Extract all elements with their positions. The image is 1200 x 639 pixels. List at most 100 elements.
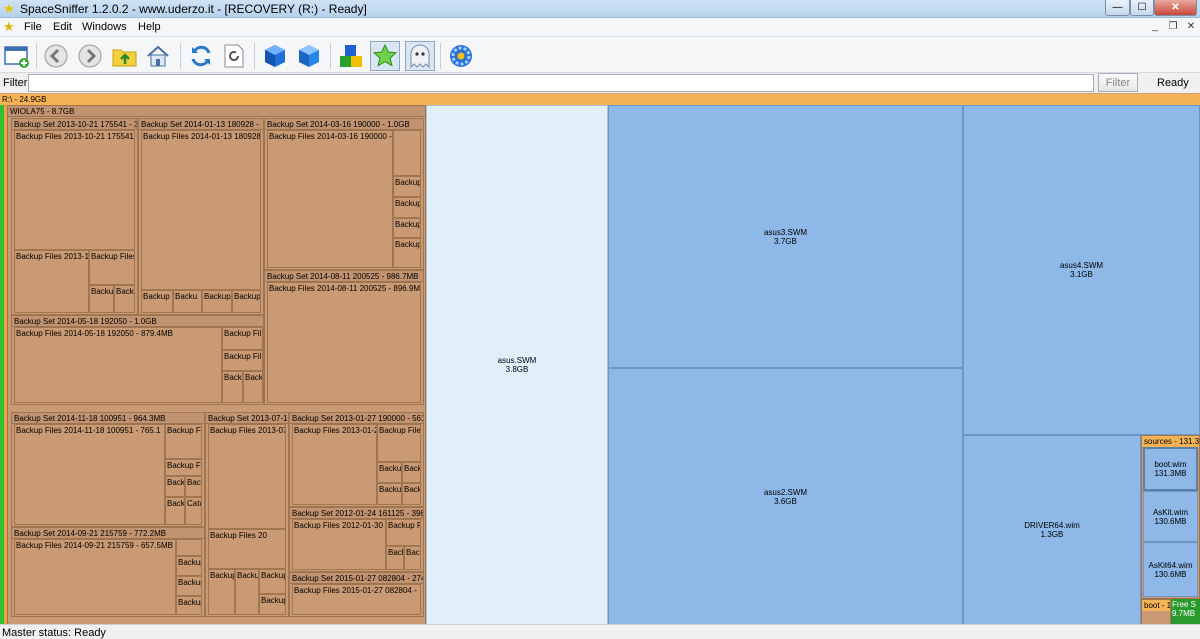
backup-set[interactable]: Backup Set 2014-09-21 215759 - 772.2MB B… bbox=[11, 527, 205, 617]
backup-files[interactable]: Back bbox=[243, 371, 263, 403]
backup-files[interactable]: Backu bbox=[402, 462, 421, 483]
drive-header[interactable]: R:\ - 24.9GB bbox=[0, 94, 1200, 105]
backup-files[interactable]: Backup Files 2013-07- bbox=[208, 424, 286, 529]
backup-files[interactable]: Backup Fi bbox=[165, 424, 202, 459]
backup-files[interactable]: Backup Files 2014-03-16 190000 - bbox=[267, 130, 393, 268]
file-asus2-swm[interactable]: asus2.SWM 3.6GB bbox=[608, 368, 963, 625]
backup-files[interactable]: Backup bbox=[176, 596, 202, 615]
menu-file[interactable]: File bbox=[24, 21, 42, 33]
mdi-close-icon[interactable]: ✕ bbox=[1184, 20, 1198, 34]
backup-files[interactable]: Backup bbox=[393, 218, 421, 238]
menu-help[interactable]: Help bbox=[138, 21, 161, 33]
backup-files[interactable]: Backup bbox=[393, 176, 421, 197]
backup-set[interactable]: Backup Set 2013-01-27 190000 - 561 Backu… bbox=[289, 412, 424, 507]
backup-files[interactable]: Backu bbox=[89, 285, 114, 313]
backup-set[interactable]: Backup Set 2013-07-15 Backup Files 2013-… bbox=[205, 412, 289, 617]
backup-files[interactable]: Backup bbox=[259, 594, 286, 615]
backup-files[interactable]: Backup Files 2012-01-30 bbox=[292, 519, 386, 570]
backup-files[interactable]: Backup bbox=[176, 576, 202, 596]
mdi-restore-icon[interactable]: ❐ bbox=[1166, 20, 1180, 34]
new-scan-button[interactable] bbox=[2, 41, 32, 71]
filter-input[interactable] bbox=[28, 74, 1094, 92]
backup-files[interactable]: Backup F bbox=[141, 290, 173, 313]
backup-files[interactable]: Backup Fi bbox=[386, 519, 421, 546]
backup-files[interactable]: Backup Files 2014-01-13 180928 bbox=[141, 130, 261, 290]
backup-files[interactable]: Backup bbox=[393, 197, 421, 218]
backup-set[interactable]: Backup Set 2015-01-27 082804 - 274 Backu… bbox=[289, 572, 424, 617]
backup-files[interactable]: Backu bbox=[173, 290, 202, 313]
backup-files[interactable]: Backup Files 2013-1 bbox=[14, 250, 89, 313]
backup-files[interactable]: Backu bbox=[114, 285, 135, 313]
ghost-toggle-button[interactable] bbox=[405, 41, 435, 71]
backup-files[interactable]: Backup Fi bbox=[165, 459, 202, 476]
blocks-button[interactable] bbox=[336, 41, 366, 71]
backup-files[interactable]: Backup Files 2013-01-2 bbox=[292, 424, 377, 505]
backup-files[interactable]: Backup bbox=[176, 556, 202, 576]
refresh-view-button[interactable] bbox=[219, 41, 249, 71]
backup-files[interactable]: Backup Fil bbox=[222, 327, 263, 350]
backup-files[interactable]: Backu bbox=[235, 569, 259, 615]
backup-files[interactable]: Backup Files 2015-01-27 082804 - bbox=[292, 584, 421, 615]
backup-files[interactable]: Backup Files 2014-08-11 200525 - 896.9MB bbox=[267, 282, 421, 403]
backup-files[interactable]: Back bbox=[165, 476, 185, 497]
backup-set[interactable]: Backup Set 2014-05-18 192050 - 1.0GB Bac… bbox=[11, 315, 264, 405]
zoom-in-button[interactable] bbox=[260, 41, 290, 71]
settings-button[interactable] bbox=[446, 41, 476, 71]
refresh-button[interactable] bbox=[186, 41, 216, 71]
zoom-out-button[interactable] bbox=[294, 41, 324, 71]
menu-windows[interactable]: Windows bbox=[82, 21, 127, 33]
backup-files[interactable]: Back bbox=[404, 546, 421, 570]
backup-set[interactable]: Backup Set 2014-11-18 100951 - 964.3MB B… bbox=[11, 412, 205, 527]
backup-files[interactable]: Backup Files bbox=[89, 250, 135, 285]
backup-set[interactable]: Backup Set 2013-10-21 175541 - 3 Backup … bbox=[11, 118, 138, 315]
backup-files[interactable]: Backup Files 2014-11-18 100951 - 765.1 bbox=[14, 424, 165, 525]
backup-set[interactable]: Backup Set 2014-03-16 190000 - 1.0GB Bac… bbox=[264, 118, 424, 270]
forward-button[interactable] bbox=[75, 41, 105, 71]
filter-button[interactable]: Filter bbox=[1098, 73, 1138, 92]
backup-files[interactable]: Back bbox=[185, 476, 202, 497]
backup-set[interactable]: Backup Set 2014-08-11 200525 - 986.7MB B… bbox=[264, 270, 424, 405]
catalog-file[interactable]: Cata bbox=[185, 497, 202, 525]
backup-files[interactable]: Backu bbox=[377, 462, 402, 483]
backup-files[interactable]: Backup bbox=[202, 290, 232, 313]
backup-files[interactable]: Backup Fil bbox=[222, 350, 263, 371]
treemap[interactable]: R:\ - 24.9GB WIOLA75 - 8.7GB Backup Set … bbox=[0, 93, 1200, 625]
close-button[interactable]: ✕ bbox=[1154, 0, 1197, 16]
backup-files[interactable] bbox=[176, 539, 202, 556]
star-toggle-button[interactable] bbox=[370, 41, 400, 71]
backup-files[interactable]: Backup bbox=[259, 569, 286, 594]
free-space[interactable]: Free S 9.7MB bbox=[1171, 599, 1200, 625]
parent-folder-button[interactable] bbox=[110, 41, 140, 71]
backup-files[interactable]: Backup bbox=[208, 569, 235, 615]
mdi-minimize-icon[interactable]: _ bbox=[1148, 20, 1162, 34]
file-asus4-swm[interactable]: asus4.SWM 3.1GB bbox=[963, 105, 1200, 435]
file-askit64-wim[interactable]: AsKit64.wim 130.6MB bbox=[1143, 542, 1198, 597]
backup-files[interactable]: Backu bbox=[377, 483, 402, 505]
file-asus-swm[interactable]: asus.SWM 3.8GB bbox=[426, 105, 608, 625]
folder-sources[interactable]: sources - 131.3 boot.wim 131.3MB AsKit.w… bbox=[1141, 435, 1200, 599]
backup-files[interactable]: Backup Files bbox=[377, 424, 421, 462]
backup-files[interactable]: Backu bbox=[402, 483, 421, 505]
backup-files[interactable]: Backup Files 2014-05-18 192050 - 879.4MB bbox=[14, 327, 222, 403]
backup-set[interactable]: Backup Set 2012-01-24 161125 - 396 Backu… bbox=[289, 507, 424, 572]
file-boot-wim[interactable]: boot.wim 131.3MB bbox=[1143, 447, 1198, 491]
backup-set[interactable]: Backup Set 2014-01-13 180928 - Backup Fi… bbox=[138, 118, 264, 315]
backup-files[interactable]: Backup bbox=[393, 238, 421, 268]
back-button[interactable] bbox=[41, 41, 71, 71]
backup-files[interactable]: Back bbox=[165, 497, 185, 525]
folder-wiola75[interactable]: WIOLA75 - 8.7GB Backup Set 2013-10-21 17… bbox=[7, 105, 426, 625]
backup-files[interactable]: Backup Files 2013-10-21 175541 bbox=[14, 130, 135, 250]
backup-files[interactable]: Back bbox=[222, 371, 243, 403]
home-button[interactable] bbox=[143, 41, 173, 71]
backup-files[interactable]: Backup bbox=[232, 290, 261, 313]
file-askit-wim[interactable]: AsKit.wim 130.6MB bbox=[1143, 491, 1198, 542]
backup-files[interactable]: Backup Files 20 bbox=[208, 529, 286, 569]
file-asus3-swm[interactable]: asus3.SWM 3.7GB bbox=[608, 105, 963, 368]
folder-boot[interactable]: boot - 1 bbox=[1141, 599, 1171, 625]
minimize-button[interactable]: — bbox=[1105, 0, 1130, 16]
menu-edit[interactable]: Edit bbox=[53, 21, 72, 33]
maximize-button[interactable]: ☐ bbox=[1130, 0, 1154, 16]
backup-files[interactable] bbox=[393, 130, 421, 176]
backup-files[interactable]: Back bbox=[386, 546, 404, 570]
file-driver64-wim[interactable]: DRIVER64.wim 1.3GB bbox=[963, 435, 1141, 625]
